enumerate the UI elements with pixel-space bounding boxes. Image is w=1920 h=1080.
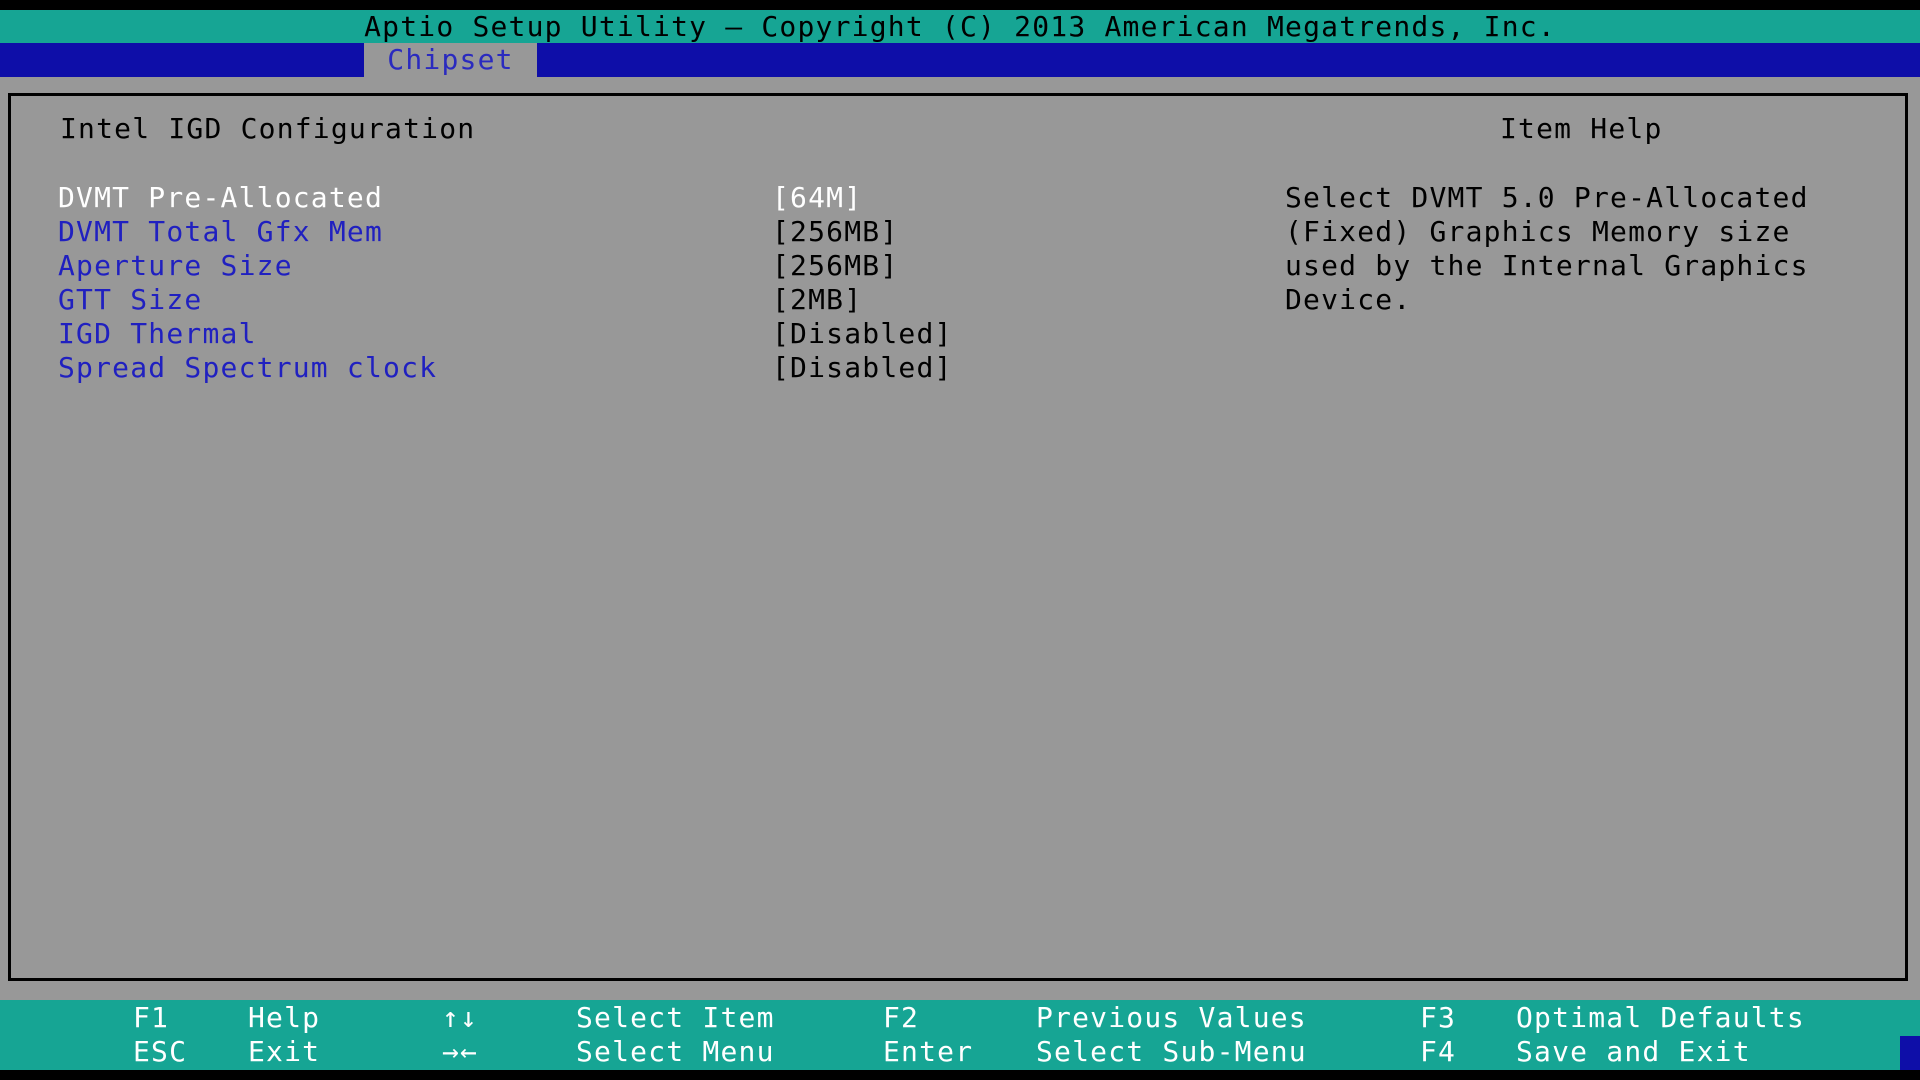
key-f3-action: Optimal Defaults	[1516, 1001, 1805, 1034]
item-help-title: Item Help	[1500, 112, 1663, 145]
key-f4: F4	[1420, 1035, 1457, 1068]
help-text-line: used by the Internal Graphics	[1285, 249, 1809, 282]
setting-dvmt-pre-allocated[interactable]: DVMT Pre-Allocated	[58, 181, 383, 215]
key-f2: F2	[883, 1001, 920, 1034]
key-f1: F1	[133, 1001, 170, 1034]
key-f2-action: Previous Values	[1036, 1001, 1307, 1034]
setting-value-dvmt-pre-allocated[interactable]: [64M]	[772, 181, 862, 215]
key-select-item-action: Select Item	[576, 1001, 775, 1034]
key-esc: ESC	[133, 1035, 188, 1068]
key-esc-action: Exit	[248, 1035, 321, 1068]
key-f4-action: Save and Exit	[1516, 1035, 1751, 1068]
help-text-line: Device.	[1285, 283, 1412, 316]
setting-igd-thermal[interactable]: IGD Thermal	[58, 317, 257, 351]
setting-value-igd-thermal[interactable]: [Disabled]	[772, 317, 953, 351]
key-select-menu-action: Select Menu	[576, 1035, 775, 1068]
left-right-arrows-icon: →←	[442, 1035, 479, 1068]
footer-bottom-strip	[0, 1070, 1920, 1080]
up-down-arrows-icon: ↑↓	[442, 1001, 479, 1034]
setting-value-gtt-size[interactable]: [2MB]	[772, 283, 862, 317]
setting-aperture-size[interactable]: Aperture Size	[58, 249, 293, 283]
setting-dvmt-total-gfx-mem[interactable]: DVMT Total Gfx Mem	[58, 215, 383, 249]
menu-bar	[0, 43, 1920, 77]
setting-value-dvmt-total-gfx-mem[interactable]: [256MB]	[772, 215, 898, 249]
setting-value-aperture-size[interactable]: [256MB]	[772, 249, 898, 283]
help-text-line: (Fixed) Graphics Memory size	[1285, 215, 1791, 248]
page-title: Intel IGD Configuration	[60, 112, 476, 145]
key-enter: Enter	[883, 1035, 974, 1068]
help-text-line: Select DVMT 5.0 Pre-Allocated	[1285, 181, 1809, 214]
tab-chipset[interactable]: Chipset	[364, 43, 537, 77]
footer-corner-block	[1900, 1036, 1920, 1070]
setting-spread-spectrum-clock[interactable]: Spread Spectrum clock	[58, 351, 437, 385]
setting-gtt-size[interactable]: GTT Size	[58, 283, 202, 317]
key-enter-action: Select Sub-Menu	[1036, 1035, 1307, 1068]
key-f1-action: Help	[248, 1001, 321, 1034]
app-title: Aptio Setup Utility – Copyright (C) 2013…	[364, 10, 1556, 43]
key-f3: F3	[1420, 1001, 1457, 1034]
setting-value-spread-spectrum-clock[interactable]: [Disabled]	[772, 351, 953, 385]
